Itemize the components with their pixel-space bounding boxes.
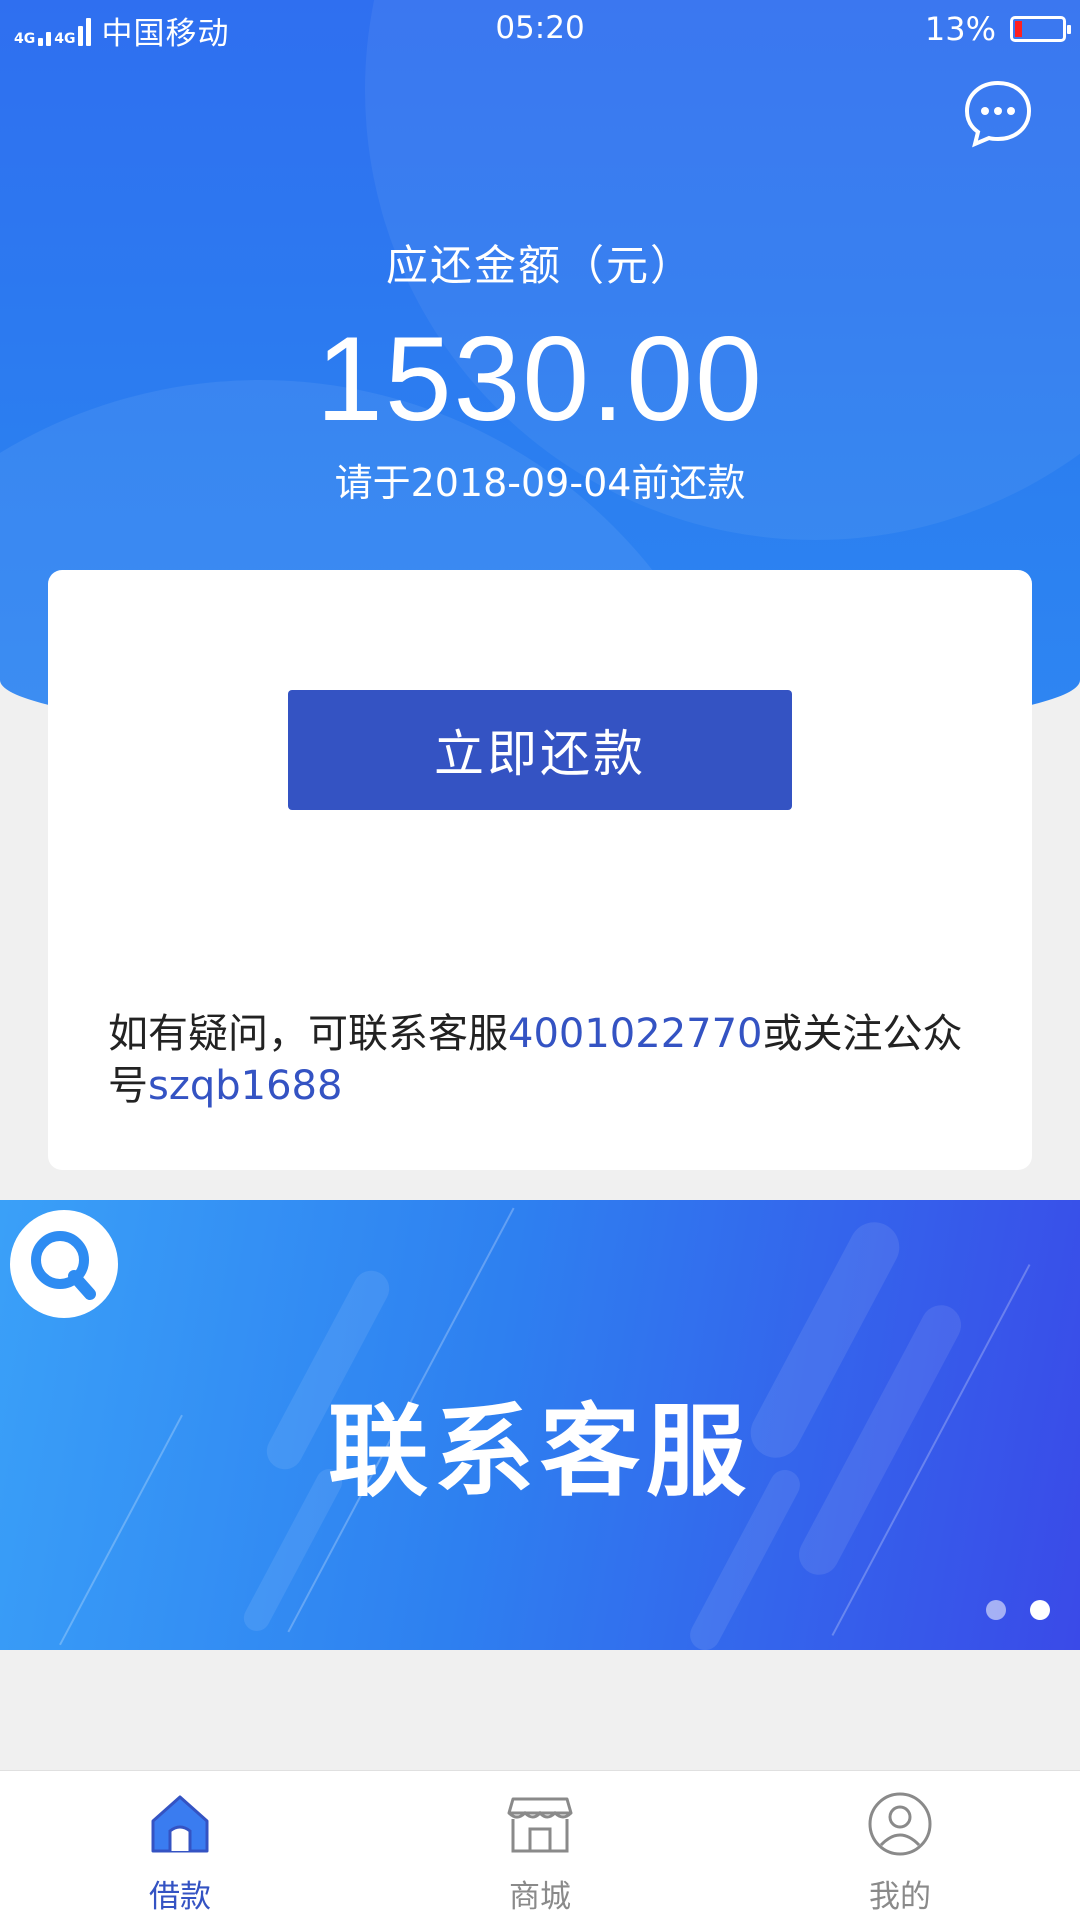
search-logo-icon <box>10 1210 118 1318</box>
tab-mine[interactable]: 我的 <box>720 1771 1080 1920</box>
status-time: 05:20 <box>495 10 585 46</box>
amount-due: 1530.00 <box>316 312 764 446</box>
tab-label: 我的 <box>869 1879 931 1915</box>
battery-icon <box>1010 16 1071 42</box>
contact-service-banner[interactable]: 联系客服 <box>0 1200 1080 1650</box>
carousel-indicator <box>986 1600 1050 1620</box>
due-date-text: 请于2018-09-04前还款 <box>334 461 746 505</box>
status-right: 13% <box>924 10 1071 48</box>
tab-mall[interactable]: 商城 <box>360 1771 720 1920</box>
profile-icon <box>868 1792 932 1856</box>
tab-label: 借款 <box>149 1879 211 1915</box>
wechat-link[interactable]: szqb1688 <box>148 1063 342 1109</box>
tab-label: 商城 <box>509 1879 571 1915</box>
banner-title: 联系客服 <box>328 1393 752 1510</box>
phone-link[interactable]: 4001022770 <box>508 1011 763 1057</box>
chat-bubble-icon <box>964 80 1032 148</box>
bottom-tab-bar: 借款 商城 我的 <box>0 1770 1080 1920</box>
message-button[interactable] <box>962 78 1034 150</box>
repay-now-button[interactable]: 立即还款 <box>288 690 792 810</box>
carousel-dot[interactable] <box>986 1600 1006 1620</box>
amount-label: 应还金额（元） <box>385 241 694 290</box>
store-icon <box>507 1797 573 1853</box>
repayment-card: 立即还款 如有疑问，可联系客服4001022770或关注公众号szqb1688 <box>48 570 1032 1170</box>
status-bar: 4G 4G 中国移动 05:20 13% <box>0 0 1080 58</box>
home-icon <box>151 1795 209 1853</box>
battery-percent: 13% <box>924 10 996 48</box>
contact-prefix: 如有疑问，可联系客服 <box>108 1011 508 1057</box>
contact-info: 如有疑问，可联系客服4001022770或关注公众号szqb1688 <box>108 1008 988 1112</box>
tab-borrow[interactable]: 借款 <box>0 1771 360 1920</box>
carousel-dot-active[interactable] <box>1030 1600 1050 1620</box>
screen: 4G 4G 中国移动 05:20 13% 应还金额（元） 1530.00 请于2… <box>0 0 1080 1920</box>
